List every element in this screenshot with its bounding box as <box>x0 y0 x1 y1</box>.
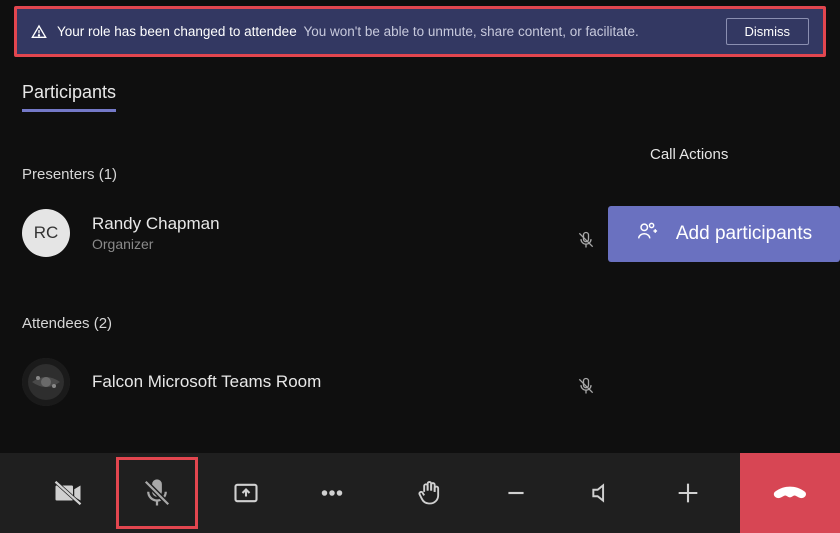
add-participants-button[interactable]: Add participants <box>608 206 840 262</box>
add-participants-icon <box>636 220 658 248</box>
participants-tab[interactable]: Participants <box>22 82 116 112</box>
avatar: RC <box>22 209 70 257</box>
notification-message: You won't be able to unmute, share conte… <box>303 24 638 39</box>
presenters-section-header: Presenters (1) <box>22 166 818 183</box>
attendees-section-header: Attendees (2) <box>22 315 818 332</box>
avatar-initials: RC <box>34 223 59 243</box>
share-screen-button[interactable] <box>208 453 284 533</box>
mic-button-highlight <box>116 457 198 529</box>
presenter-role: Organizer <box>92 236 220 252</box>
call-actions-header: Call Actions <box>650 146 728 163</box>
notification-text: Your role has been changed to attendee Y… <box>57 23 716 41</box>
mic-off-button[interactable] <box>142 478 172 508</box>
more-options-button[interactable] <box>294 453 370 533</box>
volume-button[interactable] <box>564 453 640 533</box>
hangup-button[interactable] <box>740 453 840 533</box>
raise-hand-button[interactable] <box>392 453 468 533</box>
control-bar <box>0 453 840 533</box>
add-participants-label: Add participants <box>676 223 812 245</box>
attendee-name: Falcon Microsoft Teams Room <box>92 372 321 392</box>
mic-muted-icon <box>576 376 596 401</box>
notification-title: Your role has been changed to attendee <box>57 24 297 39</box>
camera-off-button[interactable] <box>30 453 106 533</box>
minimize-button[interactable] <box>478 453 554 533</box>
avatar <box>22 358 70 406</box>
attendee-row: Falcon Microsoft Teams Room <box>22 358 818 406</box>
notification-banner: Your role has been changed to attendee Y… <box>14 6 826 57</box>
mic-muted-icon <box>576 230 596 255</box>
presenter-name: Randy Chapman <box>92 214 220 234</box>
warning-icon <box>31 24 47 40</box>
add-button[interactable] <box>650 453 726 533</box>
dismiss-button[interactable]: Dismiss <box>726 18 810 45</box>
